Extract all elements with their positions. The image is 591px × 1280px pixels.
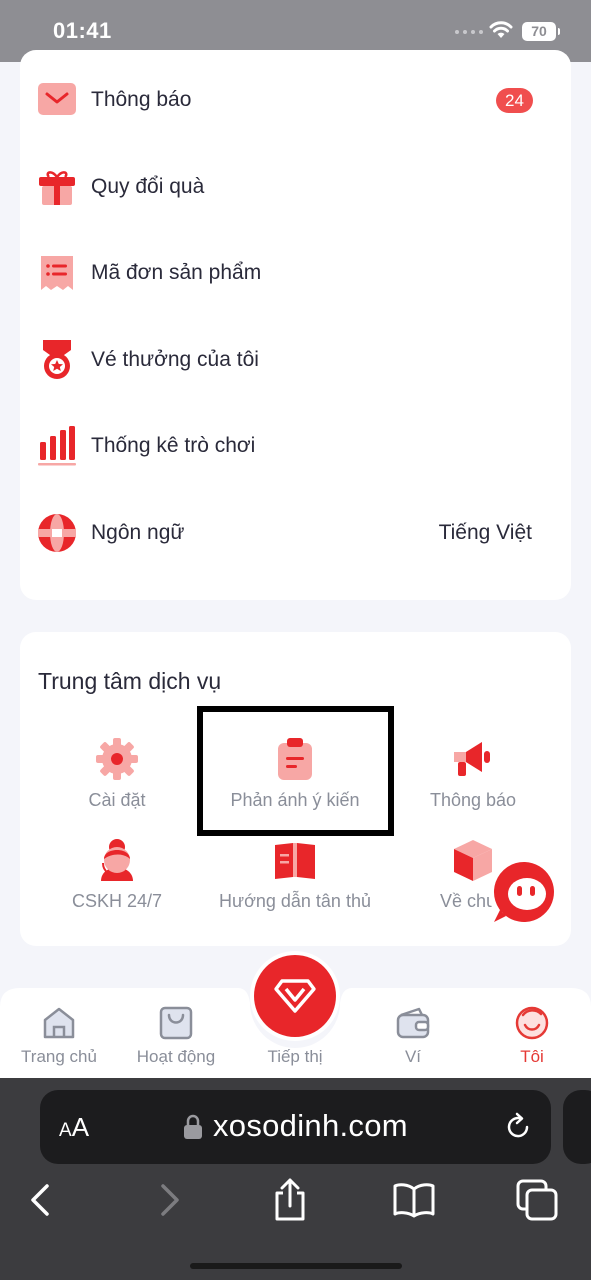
- service-label: Thông báo: [429, 790, 517, 810]
- service-label: CSKH 24/7: [71, 891, 163, 911]
- bar-chart-icon: [38, 426, 76, 466]
- menu-item-product-orders[interactable]: Mã đơn sản phẩm: [20, 243, 571, 303]
- wallet-icon: [396, 1007, 430, 1039]
- reload-icon[interactable]: [503, 1112, 533, 1142]
- signal-dots-icon: [455, 30, 483, 34]
- bookmarks-icon[interactable]: [392, 1178, 436, 1222]
- back-arrow-icon[interactable]: [20, 1178, 64, 1222]
- menu-item-language[interactable]: Ngôn ngữ Tiếng Việt: [20, 503, 571, 563]
- service-announcements[interactable]: Thông báo: [383, 736, 563, 811]
- url-text: xosodinh.com: [213, 1108, 408, 1143]
- receipt-icon: [41, 256, 73, 290]
- gift-icon: [39, 171, 75, 205]
- tab-home[interactable]: Trang chủ: [4, 1005, 114, 1067]
- menu-item-notifications[interactable]: Thông báo 24: [20, 70, 571, 130]
- service-label: Hướng dẫn tân thủ: [219, 891, 371, 911]
- tabs-icon[interactable]: [515, 1178, 559, 1222]
- forward-arrow-icon[interactable]: [146, 1178, 190, 1222]
- battery-indicator: 70: [522, 22, 560, 41]
- tab-label: Ví: [404, 1047, 422, 1066]
- language-value: Tiếng Việt: [438, 521, 532, 544]
- mail-icon: [38, 83, 76, 115]
- service-beginner-guide[interactable]: Hướng dẫn tân thủ: [205, 837, 385, 912]
- menu-item-game-statistics[interactable]: Thống kê trò chơi: [20, 416, 571, 476]
- service-center-title: Trung tâm dịch vụ: [38, 668, 222, 694]
- tab-marketing[interactable]: Tiếp thị: [240, 1005, 350, 1067]
- browser-toolbar: AA xosodinh.com: [0, 1078, 591, 1280]
- next-tab-preview[interactable]: [563, 1090, 591, 1164]
- address-bar[interactable]: AA xosodinh.com: [40, 1090, 551, 1164]
- service-label: Cài đặt: [88, 790, 146, 810]
- service-settings[interactable]: Cài đặt: [27, 736, 207, 811]
- menu-label: Thống kê trò chơi: [91, 434, 256, 457]
- home-indicator: [190, 1263, 402, 1269]
- guide-book-icon: [275, 843, 315, 879]
- menu-label: Quy đổi quà: [91, 175, 205, 198]
- account-menu-card: Thông báo 24 Quy đổi quà Mã đơn sản phẩm…: [20, 50, 571, 600]
- wifi-icon: [489, 21, 513, 38]
- globe-icon: [38, 514, 76, 552]
- home-icon: [43, 1007, 75, 1039]
- tab-wallet[interactable]: Ví: [358, 1005, 468, 1067]
- tab-label: Hoạt động: [136, 1047, 216, 1066]
- tab-profile[interactable]: Tôi: [477, 1005, 587, 1067]
- tab-label: Trang chủ: [21, 1047, 97, 1066]
- lock-icon: [184, 1114, 202, 1139]
- chat-support-button[interactable]: [488, 856, 562, 930]
- tab-activities[interactable]: Hoạt động: [121, 1005, 231, 1067]
- share-icon[interactable]: [268, 1178, 312, 1222]
- medal-icon: [43, 340, 71, 379]
- notification-count-badge: 24: [496, 87, 533, 113]
- menu-label: Vé thưởng của tôi: [91, 348, 259, 371]
- megaphone-icon: [454, 742, 490, 776]
- gear-icon: [96, 738, 138, 780]
- status-time: 01:41: [53, 18, 112, 43]
- tab-label: Tôi: [520, 1047, 544, 1066]
- tab-label: Tiếp thị: [267, 1047, 323, 1066]
- menu-item-my-rewards[interactable]: Vé thưởng của tôi: [20, 330, 571, 390]
- highlight-box: [197, 706, 394, 836]
- activity-bag-icon: [159, 1006, 193, 1040]
- service-customer-support[interactable]: CSKH 24/7: [27, 837, 207, 912]
- reader-options-button[interactable]: AA: [59, 1112, 89, 1143]
- menu-label: Thông báo: [91, 88, 192, 111]
- menu-label: Ngôn ngữ: [91, 521, 185, 544]
- menu-item-redeem-gifts[interactable]: Quy đổi quà: [20, 157, 571, 217]
- menu-label: Mã đơn sản phẩm: [91, 261, 262, 284]
- profile-smile-icon: [515, 1006, 549, 1040]
- support-agent-icon: [101, 839, 133, 881]
